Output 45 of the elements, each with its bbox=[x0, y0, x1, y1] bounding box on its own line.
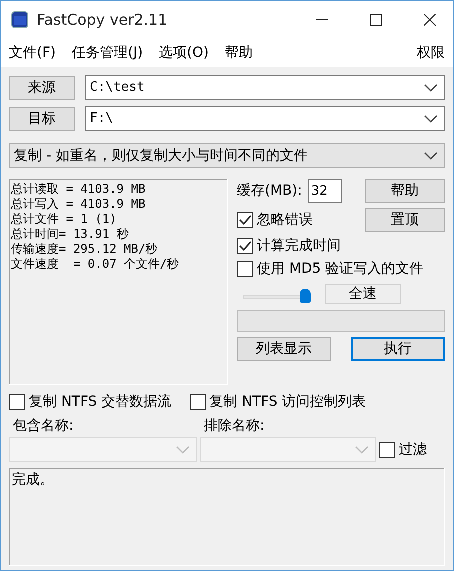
menu-item[interactable]: 选项(O) bbox=[159, 44, 209, 62]
maximize-icon[interactable] bbox=[370, 14, 382, 26]
caret-icon bbox=[176, 446, 190, 454]
app-logo-icon bbox=[11, 11, 29, 29]
stat-line: 文件速度 = 0.07 个文件/秒 bbox=[11, 257, 180, 272]
log-text: 完成。 bbox=[9, 468, 445, 566]
checkbox[interactable]: 使用 MD5 验证写入的文件 bbox=[237, 260, 445, 278]
check-icon bbox=[238, 240, 252, 252]
caret-icon bbox=[424, 152, 438, 160]
mode-dropdown[interactable]: 复制 - 如重名，则仅复制大小与时间不同的文件 bbox=[9, 143, 445, 168]
include-label: 包含名称: bbox=[12, 417, 75, 435]
window-title: FastCopy ver2.11 bbox=[37, 11, 169, 29]
menu-item[interactable]: 权限 bbox=[417, 44, 445, 62]
stat-line: 总计读取 = 4103.9 MB bbox=[11, 182, 147, 197]
path-combo[interactable]: F:\ bbox=[85, 106, 445, 131]
slider-thumb[interactable] bbox=[300, 289, 311, 303]
exclude-label: 排除名称: bbox=[204, 417, 265, 435]
minimize-icon[interactable] bbox=[316, 19, 328, 21]
path-button[interactable]: 目标 bbox=[9, 106, 75, 130]
stat-line: 总计写入 = 4103.9 MB bbox=[11, 197, 147, 212]
stat-line: 传输速度= 295.12 MB/秒 bbox=[11, 242, 159, 257]
path-combo[interactable]: C:\test bbox=[85, 75, 445, 100]
checkbox[interactable]: 复制 NTFS 访问控制列表 bbox=[190, 393, 366, 411]
list-button[interactable]: 列表显示 bbox=[237, 337, 331, 361]
caret-icon bbox=[424, 84, 438, 92]
caret-icon bbox=[355, 446, 369, 454]
speed-label: 全速 bbox=[325, 284, 401, 304]
path-button[interactable]: 来源 bbox=[9, 76, 75, 100]
checkbox[interactable]: 忽略错误 bbox=[237, 211, 313, 229]
menu-item[interactable]: 文件(F) bbox=[9, 44, 56, 62]
checkbox[interactable]: 过滤 bbox=[379, 440, 427, 458]
check-icon bbox=[238, 214, 252, 226]
pin-button[interactable]: 置顶 bbox=[365, 208, 445, 232]
stat-line: 总计文件 = 1 (1) bbox=[11, 212, 118, 227]
menu-item[interactable]: 任务管理(J) bbox=[72, 44, 144, 62]
buffer-field[interactable]: 32 bbox=[308, 179, 342, 203]
checkbox[interactable]: 计算完成时间 bbox=[237, 237, 445, 255]
stat-line: 总计时间= 13.91 秒 bbox=[11, 227, 130, 242]
menu-item[interactable]: 帮助 bbox=[225, 44, 253, 62]
close-icon[interactable] bbox=[424, 14, 436, 26]
caret-icon bbox=[424, 114, 438, 122]
help-button[interactable]: 帮助 bbox=[365, 179, 445, 203]
buffer-label: 缓存(MB): bbox=[237, 182, 302, 200]
checkbox[interactable]: 复制 NTFS 交替数据流 bbox=[9, 393, 172, 411]
execute-button[interactable]: 执行 bbox=[351, 337, 445, 361]
